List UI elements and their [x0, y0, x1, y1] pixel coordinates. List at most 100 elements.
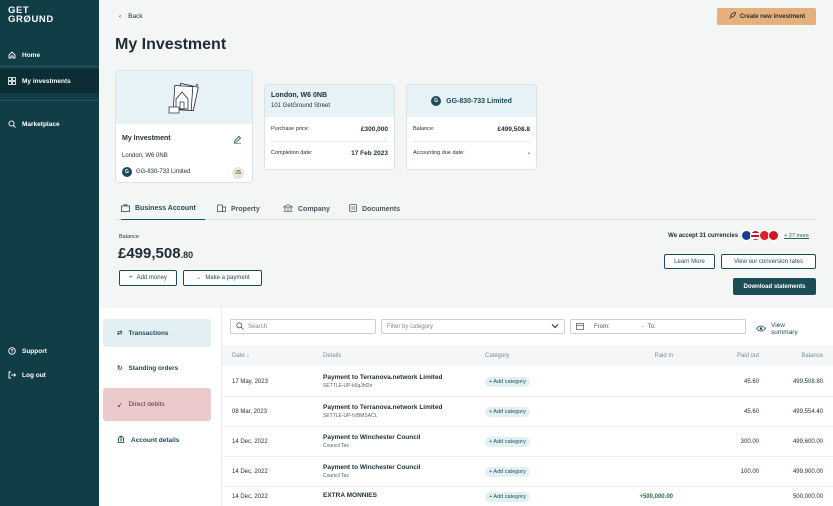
tab-business-account[interactable]: Business Account	[121, 198, 205, 220]
back-link[interactable]: ‹ Back	[119, 13, 143, 20]
currencies-info: We accept 31 currencies + 27 more	[668, 230, 809, 241]
date-range-input[interactable]: From: - To:	[570, 319, 746, 334]
sidebar-item-support[interactable]: ? Support	[0, 339, 99, 363]
account-tabs: Business Account Property Company Docume…	[115, 198, 815, 220]
menu-transactions[interactable]: ⇄ Transactions	[103, 319, 211, 347]
date-cell: 14 Dec, 2022	[232, 493, 268, 500]
transaction-reference: Council Tax	[323, 473, 349, 479]
table-row[interactable]: 14 Dec, 2022 Payment to Winchester Counci…	[222, 457, 833, 487]
property-card[interactable]: London, W6 0NB 101 GetGround Street Purc…	[264, 84, 395, 170]
transaction-title: Payment to Terranova.network Limited	[323, 374, 443, 381]
table-row[interactable]: 14 Dec, 2022 Payment to Winchester Counci…	[222, 427, 833, 457]
account-menu: ⇄ Transactions ↻ Standing orders ↙ Direc…	[99, 308, 222, 506]
overview-section: ‹ Back Create new investment My Investme…	[99, 0, 833, 308]
menu-account-details[interactable]: Account details	[103, 426, 211, 454]
menu-standing-orders[interactable]: ↻ Standing orders	[103, 354, 211, 382]
tab-documents[interactable]: Documents	[349, 198, 400, 220]
add-money-button[interactable]: + Add money	[119, 270, 177, 286]
details-cell: EXTRA MONNIES	[323, 487, 377, 506]
chevron-left-icon: ‹	[119, 13, 122, 20]
sidebar-item-logout[interactable]: Log out	[0, 363, 99, 387]
investment-card[interactable]: My Investment London, W6 0NB G GG-830-73…	[115, 70, 253, 183]
tab-company[interactable]: Company	[282, 198, 330, 220]
plus-icon: +	[129, 275, 133, 281]
transaction-title: Payment to Terranova.network Limited	[323, 404, 443, 411]
home-icon	[8, 51, 16, 59]
balance-cell: 499,600.00	[792, 438, 823, 445]
add-category-button[interactable]: + Add category	[485, 491, 530, 502]
column-header-date[interactable]: Date ↓	[232, 345, 249, 366]
company-icon: G	[122, 167, 132, 177]
table-row[interactable]: 14 Dec, 2022 EXTRA MONNIES + Add category +…	[222, 487, 833, 506]
category-cell: + Add category	[485, 457, 530, 486]
details-cell: Payment to Terranova.network Limited SETT…	[323, 397, 442, 426]
repeat-icon: ↻	[117, 365, 123, 372]
company-card-header: G GG-830-733 Limited	[407, 85, 536, 117]
date-cell: 08 Mar, 2023	[232, 408, 268, 415]
search-icon	[236, 321, 244, 332]
add-category-button[interactable]: + Add category	[485, 466, 530, 477]
balance-row: Balance: £499,508.8	[413, 125, 530, 133]
svg-text:?: ?	[10, 349, 13, 355]
transfer-icon: ⇄	[117, 330, 123, 337]
sidebar-item-marketplace[interactable]: Marketplace	[0, 112, 99, 136]
property-title: London, W6 0NB	[271, 92, 327, 99]
menu-direct-debits[interactable]: ↙ Direct debits	[103, 388, 211, 421]
balance-cell: 500,000.00	[792, 493, 823, 500]
column-header-balance: Balance	[801, 352, 823, 359]
details-cell: Payment to Winchester Council Council Tax	[323, 427, 420, 456]
paid-out-cell: 300.00	[740, 438, 759, 445]
sidebar-item-my-investments[interactable]: My investments	[0, 69, 99, 93]
transaction-reference: SETTLE-UP-k6qJhf2n	[323, 383, 373, 389]
column-header-category: Category	[485, 352, 510, 359]
create-investment-button[interactable]: Create new investment	[717, 8, 816, 25]
add-category-button[interactable]: + Add category	[485, 436, 530, 447]
transaction-title: Payment to Winchester Council	[323, 434, 421, 441]
column-header-details: Details	[323, 352, 342, 359]
date-cell: 17 May, 2023	[232, 378, 268, 385]
pencil-icon[interactable]	[233, 135, 242, 146]
column-header-paid-out: Paid out	[736, 352, 759, 359]
add-category-button[interactable]: + Add category	[485, 376, 530, 387]
hong-kong-flag-icon	[768, 230, 780, 241]
table-row[interactable]: 17 May, 2023 Payment to Terranova.network…	[222, 367, 833, 397]
eye-icon	[755, 325, 767, 334]
transaction-title: Payment to Winchester Council	[323, 464, 421, 471]
search-input[interactable]: Search	[230, 319, 376, 334]
rocket-icon	[728, 11, 736, 22]
main-content: ‹ Back Create new investment My Investme…	[99, 0, 833, 506]
more-currencies-link[interactable]: + 27 more	[784, 233, 809, 239]
category-cell: + Add category	[485, 367, 530, 396]
balance-amount: £499,508.80	[118, 245, 194, 262]
company-icon: G	[431, 96, 442, 106]
view-summary-link[interactable]: View summary	[755, 322, 798, 336]
property-card-header: London, W6 0NB 101 GetGround Street	[265, 85, 394, 117]
company-card[interactable]: G GG-830-733 Limited Balance: £499,508.8…	[406, 84, 537, 170]
arrow-down-left-icon: ↙	[117, 401, 123, 409]
marketplace-icon	[8, 120, 16, 128]
transactions-section: ⇄ Transactions ↻ Standing orders ↙ Direc…	[99, 308, 833, 506]
details-cell: Payment to Winchester Council Council Tax	[323, 457, 420, 486]
paid-out-cell: 100.00	[740, 468, 759, 475]
details-cell: Payment to Terranova.network Limited SETT…	[323, 367, 442, 396]
help-icon: ?	[8, 347, 16, 355]
balance-cell: 499,900.00	[792, 468, 823, 475]
sidebar-item-home[interactable]: Home	[0, 43, 99, 67]
transaction-reference: SETTLE-UP-tVBMSACL	[323, 413, 378, 419]
bank-icon	[117, 435, 125, 445]
divider	[0, 100, 99, 101]
learn-more-button[interactable]: Learn More	[664, 254, 715, 269]
download-statements-button[interactable]: Download statements	[733, 278, 816, 295]
sidebar: GET GRØUND Home My investments Marketpla…	[0, 0, 99, 506]
purchase-price-row: Purchase price: £300,000	[271, 125, 388, 133]
paid-in-cell: +500,000.00	[639, 493, 673, 500]
add-category-button[interactable]: + Add category	[485, 406, 530, 417]
category-filter-select[interactable]: Filter by category	[381, 319, 565, 334]
table-row[interactable]: 08 Mar, 2023 Payment to Terranova.network…	[222, 397, 833, 427]
logout-icon	[8, 371, 16, 379]
category-cell: + Add category	[485, 397, 530, 426]
conversion-rates-button[interactable]: View our conversion rates	[721, 254, 816, 269]
tab-property[interactable]: Property	[217, 198, 260, 220]
logo[interactable]: GET GRØUND	[8, 6, 54, 25]
make-payment-button[interactable]: → Make a payment	[183, 270, 262, 286]
